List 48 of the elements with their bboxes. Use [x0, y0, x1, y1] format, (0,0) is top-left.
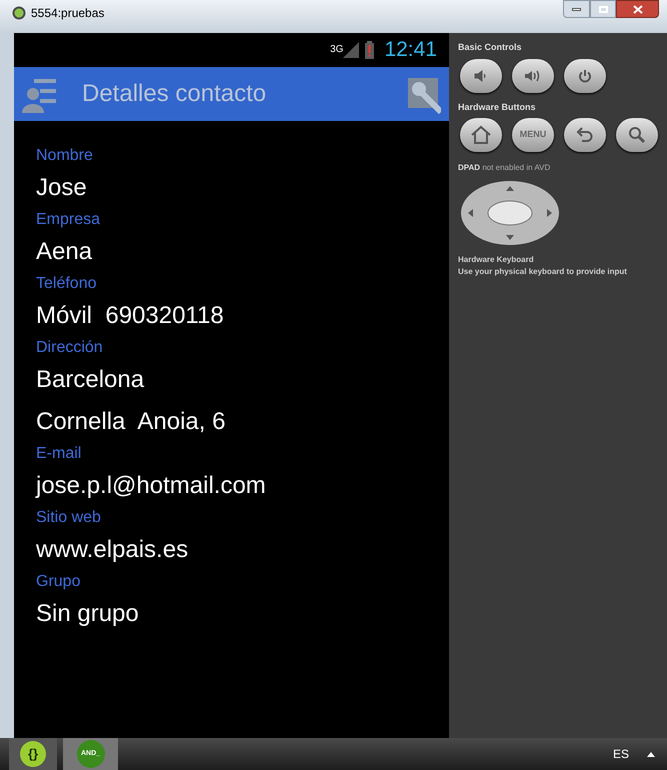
language-indicator[interactable]: ES	[612, 745, 629, 763]
home-icon	[470, 125, 492, 145]
search-icon	[628, 126, 646, 144]
window-title: 5554:pruebas	[31, 5, 104, 22]
minimize-button[interactable]	[563, 0, 590, 18]
field-label: Empresa	[36, 210, 102, 230]
maximize-button[interactable]	[590, 0, 616, 18]
field-label: Grupo	[36, 572, 82, 592]
field-value: Aena	[36, 237, 94, 267]
screen-title: Detalles contacto	[82, 79, 268, 109]
battery-icon	[365, 41, 374, 59]
keyboard-title: Hardware Keyboard	[458, 254, 535, 266]
field-value: www.elpais.es	[36, 535, 190, 565]
power-icon	[578, 68, 592, 82]
field-label: Sitio web	[36, 508, 102, 528]
volume-up-button[interactable]	[512, 58, 554, 92]
caret-up-icon[interactable]	[647, 752, 655, 756]
braces-label: {}	[20, 741, 46, 767]
field-value: Sin grupo	[36, 599, 140, 629]
maximize-icon	[598, 6, 608, 12]
volume-down-button[interactable]	[460, 58, 502, 92]
speaker-icon	[474, 68, 488, 82]
field-value: Móvil 690320118	[36, 301, 225, 331]
minimize-icon	[572, 8, 581, 10]
field-value: Jose	[36, 173, 88, 203]
field-value: jose.p.l@hotmail.com	[36, 471, 267, 501]
dpad-note: DPAD not enabled in AVD	[458, 162, 552, 174]
field-label: Nombre	[36, 146, 94, 166]
section-title: Hardware Buttons	[458, 100, 537, 114]
speaker-loud-icon	[524, 68, 542, 82]
back-button[interactable]	[564, 118, 606, 152]
field-label: Teléfono	[36, 274, 98, 294]
taskbar-app-icon[interactable]: {}	[9, 738, 57, 770]
close-icon	[632, 4, 642, 14]
home-button[interactable]	[460, 118, 502, 152]
section-title: Basic Controls	[458, 41, 523, 54]
search-button[interactable]	[616, 118, 658, 152]
network-type: 3G	[330, 43, 344, 57]
clock: 12:41	[384, 37, 437, 64]
close-button[interactable]	[616, 0, 659, 18]
field-value: Barcelona	[36, 365, 146, 395]
power-button[interactable]	[564, 58, 606, 92]
field-value: Cornella Anoia, 6	[36, 407, 226, 437]
signal-icon	[343, 42, 360, 58]
back-arrow-icon	[576, 126, 594, 144]
keyboard-note: Use your physical keyboard to provide input	[458, 266, 628, 278]
field-label: E-mail	[36, 444, 82, 464]
field-label: Dirección	[36, 338, 104, 358]
